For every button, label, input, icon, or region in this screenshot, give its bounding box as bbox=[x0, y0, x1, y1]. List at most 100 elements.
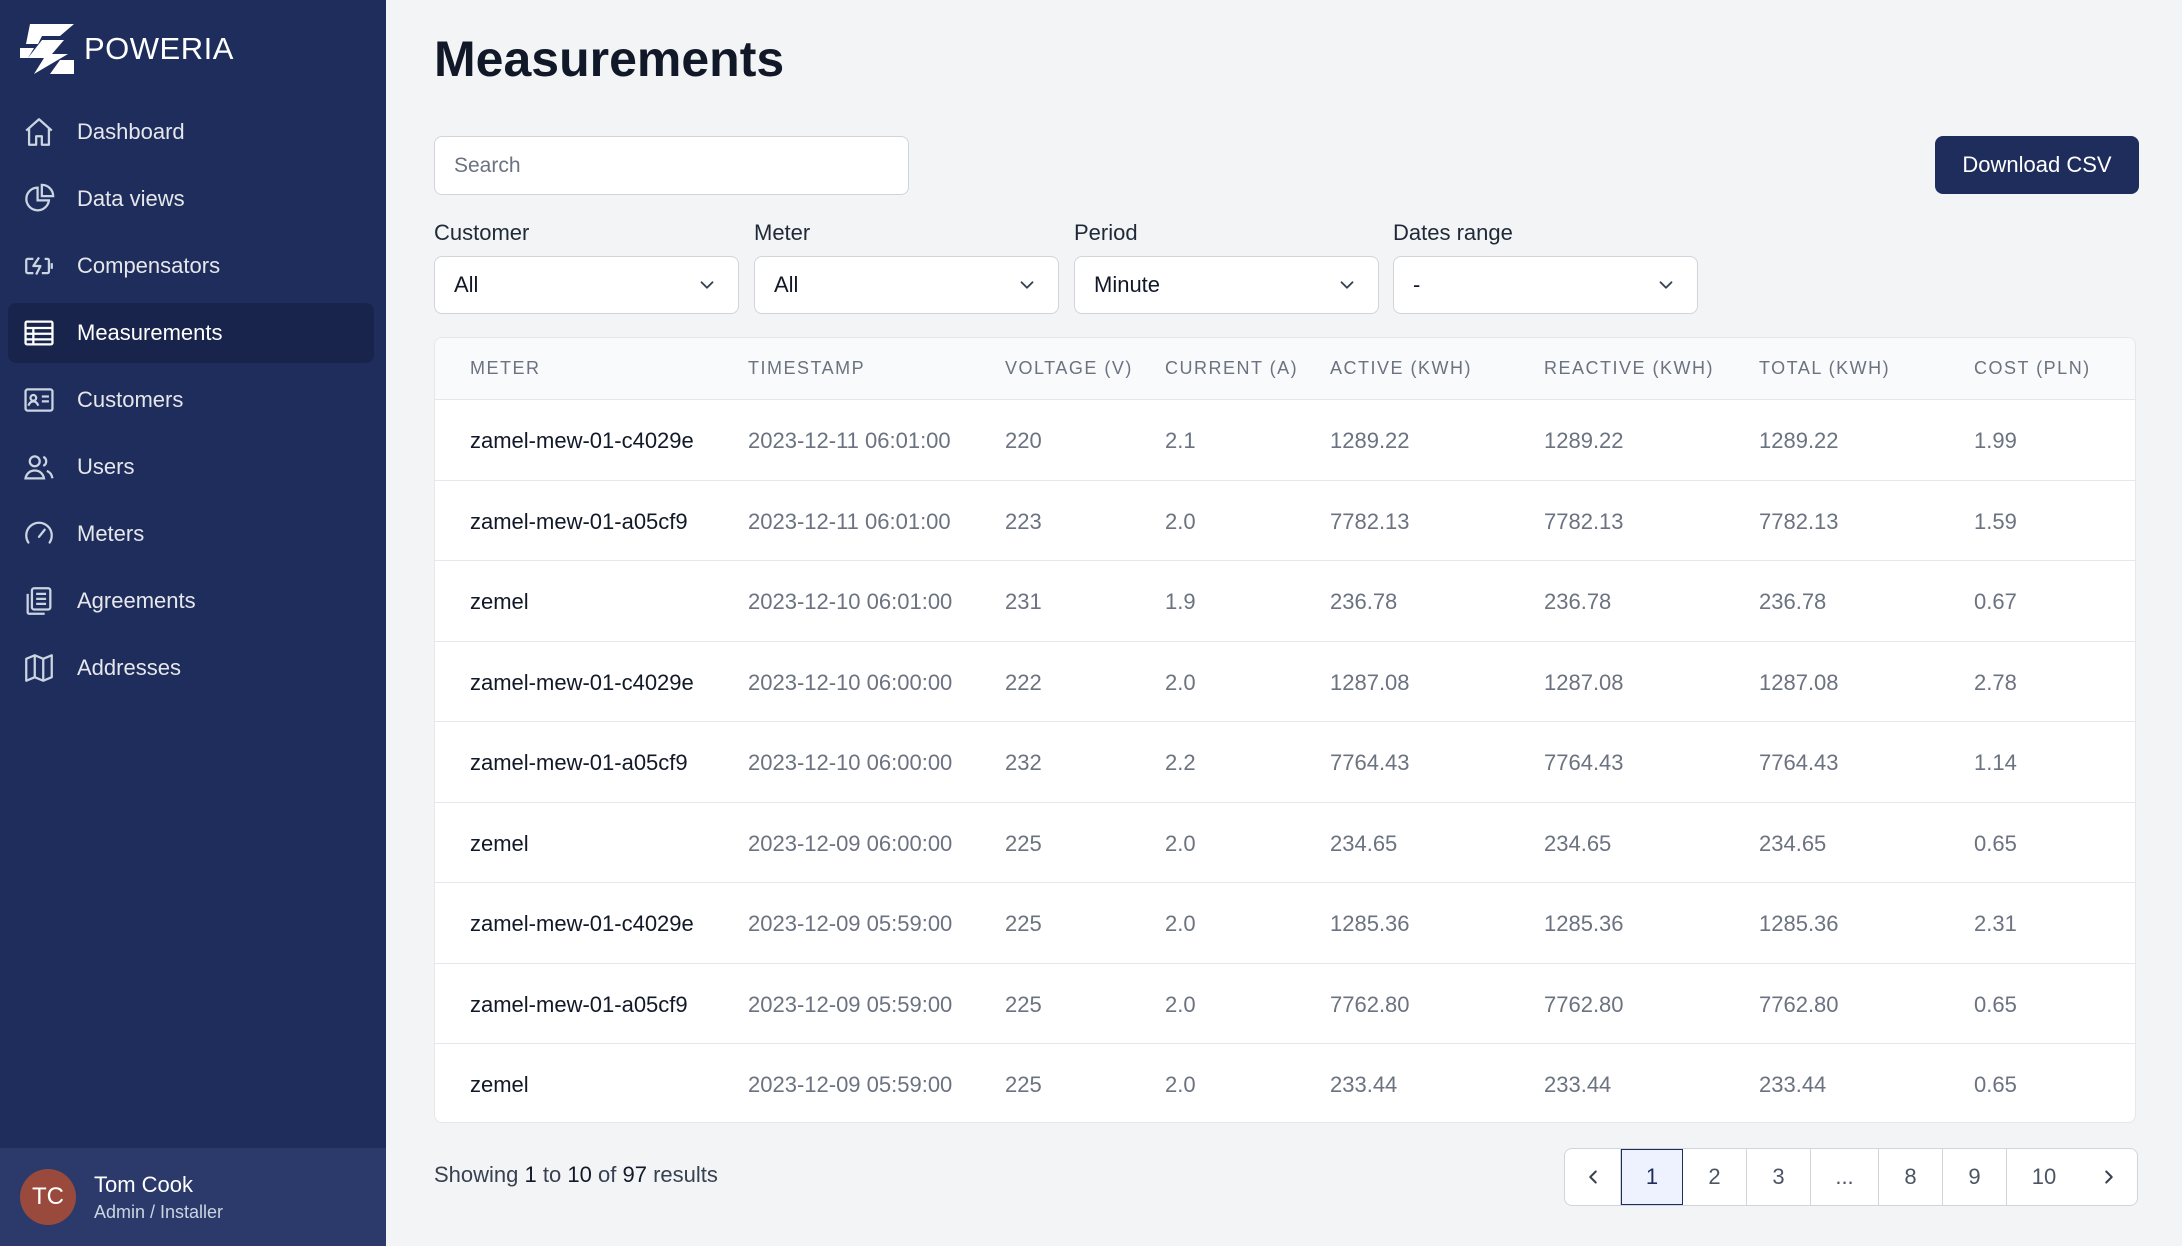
cell-current: 1.9 bbox=[1165, 589, 1196, 614]
user-info: Tom Cook Admin / Installer bbox=[94, 1172, 223, 1223]
page-button-10[interactable]: 10 bbox=[2007, 1149, 2081, 1205]
select-value: All bbox=[774, 272, 799, 297]
cell-meter: zamel-mew-01-c4029e bbox=[470, 911, 694, 936]
sidebar-item-label: Users bbox=[77, 454, 135, 479]
table-row[interactable]: zamel-mew-01-a05cf9 2023-12-10 06:00:00 23… bbox=[435, 722, 2135, 803]
clipboard-icon bbox=[26, 587, 52, 615]
cell-current: 2.2 bbox=[1165, 750, 1196, 775]
select-value: Minute bbox=[1094, 272, 1161, 297]
select-value: All bbox=[454, 272, 479, 297]
column-header-cost[interactable]: Cost (PLN) bbox=[1974, 358, 2091, 379]
cell-meter: zamel-mew-01-a05cf9 bbox=[470, 991, 688, 1017]
next-page-button[interactable] bbox=[2081, 1149, 2137, 1205]
previous-page-button[interactable] bbox=[1565, 1149, 1621, 1205]
cell-reactive: 7782.13 bbox=[1544, 508, 1624, 534]
sidebar-item-meters[interactable]: Meters bbox=[8, 504, 374, 564]
period-select[interactable]: Minute bbox=[1074, 256, 1379, 314]
page-title: Measurements bbox=[434, 31, 785, 87]
sidebar-item-users[interactable]: Users bbox=[8, 437, 374, 497]
cell-voltage: 223 bbox=[1005, 508, 1042, 534]
cell-cost: 0.67 bbox=[1974, 589, 2017, 614]
sidebar-item-agreements[interactable]: Agreements bbox=[8, 571, 374, 631]
page-button-8[interactable]: 8 bbox=[1879, 1149, 1943, 1205]
sidebar-item-measurements[interactable]: Measurements bbox=[8, 303, 374, 363]
table-row[interactable]: zemel 2023-12-10 06:01:00 231 1.9 236.78 236.… bbox=[435, 561, 2135, 642]
sidebar-item-compensators[interactable]: Compensators bbox=[8, 236, 374, 296]
table-row[interactable]: zemel 2023-12-09 06:00:00 225 2.0 234.65 234.… bbox=[435, 803, 2135, 883]
cell-current: 2.0 bbox=[1165, 669, 1196, 695]
page-button-1[interactable]: 1 bbox=[1621, 1149, 1683, 1205]
filter-label: Period bbox=[1074, 220, 1138, 245]
sidebar-item-data-views[interactable]: Data views bbox=[8, 169, 374, 229]
brand-name: POWERIA bbox=[84, 31, 234, 66]
measurements-table: Meter Timestamp Voltage (V) Current (A) … bbox=[434, 337, 2136, 1123]
sidebar-item-dashboard[interactable]: Dashboard bbox=[8, 102, 374, 162]
column-header-voltage[interactable]: Voltage (V) bbox=[1005, 358, 1133, 379]
cell-total: 7782.13 bbox=[1759, 508, 1839, 534]
sidebar-item-label: Data views bbox=[77, 186, 185, 211]
meter-select[interactable]: All bbox=[754, 256, 1059, 314]
filter-label: Dates range bbox=[1393, 220, 1513, 245]
results-of-word: of bbox=[597, 1162, 617, 1187]
cell-timestamp: 2023-12-09 05:59:00 bbox=[748, 911, 953, 936]
table-row[interactable]: zamel-mew-01-c4029e 2023-12-11 06:01:00 22… bbox=[435, 400, 2135, 481]
cell-active: 1287.08 bbox=[1330, 669, 1410, 695]
cell-meter: zamel-mew-01-a05cf9 bbox=[470, 508, 688, 534]
column-header-reactive[interactable]: Reactive (kWh) bbox=[1544, 358, 1714, 379]
sidebar-nav: Dashboard Data views Compensators Measur… bbox=[8, 102, 374, 705]
cell-timestamp: 2023-12-09 05:59:00 bbox=[748, 991, 953, 1017]
table-row[interactable]: zamel-mew-01-c4029e 2023-12-10 06:00:00 22… bbox=[435, 642, 2135, 722]
column-header-active[interactable]: Active (kWh) bbox=[1330, 358, 1472, 379]
sidebar-item-label: Agreements bbox=[77, 588, 196, 613]
cell-reactive: 1285.36 bbox=[1544, 911, 1624, 936]
column-header-total[interactable]: Total (kWh) bbox=[1759, 358, 1890, 379]
cell-voltage: 225 bbox=[1005, 911, 1042, 936]
sidebar-item-customers[interactable]: Customers bbox=[8, 370, 374, 430]
cell-timestamp: 2023-12-09 06:00:00 bbox=[748, 830, 953, 856]
user-profile[interactable]: TC Tom Cook Admin / Installer bbox=[0, 1148, 386, 1246]
table-row[interactable]: zemel 2023-12-09 05:59:00 225 2.0 233.44 233.… bbox=[435, 1044, 2135, 1122]
period-filter: Period Minute bbox=[1074, 220, 1379, 314]
column-header-current[interactable]: Current (A) bbox=[1165, 358, 1298, 379]
battery-icon bbox=[25, 256, 53, 276]
customer-select[interactable]: All bbox=[434, 256, 739, 314]
page-button-9[interactable]: 9 bbox=[1943, 1149, 2007, 1205]
cell-reactive: 1289.22 bbox=[1544, 428, 1624, 453]
sidebar-item-label: Dashboard bbox=[77, 119, 185, 144]
cell-voltage: 220 bbox=[1005, 428, 1042, 453]
results-to: 10 bbox=[567, 1162, 592, 1187]
cell-timestamp: 2023-12-11 06:01:00 bbox=[748, 508, 951, 534]
page-button-3[interactable]: 3 bbox=[1747, 1149, 1811, 1205]
main-content: Measurements Download CSV Customer All M… bbox=[386, 0, 2182, 1246]
gauge-icon bbox=[25, 521, 53, 544]
cell-active: 7762.80 bbox=[1330, 991, 1410, 1017]
cell-cost: 1.59 bbox=[1974, 508, 2017, 534]
search-input[interactable] bbox=[434, 136, 909, 195]
download-csv-button[interactable]: Download CSV bbox=[1935, 136, 2139, 194]
pie-chart-icon bbox=[25, 183, 55, 212]
cell-current: 2.0 bbox=[1165, 830, 1196, 856]
cell-current: 2.0 bbox=[1165, 508, 1196, 534]
sidebar-item-addresses[interactable]: Addresses bbox=[8, 638, 374, 698]
cell-current: 2.0 bbox=[1165, 1072, 1196, 1097]
home-icon bbox=[25, 118, 53, 146]
cell-cost: 0.65 bbox=[1974, 830, 2017, 856]
cell-total: 233.44 bbox=[1759, 1072, 1827, 1097]
cell-voltage: 225 bbox=[1005, 991, 1042, 1017]
table-row[interactable]: zamel-mew-01-a05cf9 2023-12-09 05:59:00 22… bbox=[435, 964, 2135, 1044]
column-header-timestamp[interactable]: Timestamp bbox=[748, 358, 865, 379]
dates-range-select[interactable]: - bbox=[1393, 256, 1698, 314]
page-button-2[interactable]: 2 bbox=[1683, 1149, 1747, 1205]
id-card-icon bbox=[24, 388, 54, 412]
user-role: Admin / Installer bbox=[94, 1201, 224, 1222]
table-row[interactable]: zamel-mew-01-c4029e 2023-12-09 05:59:00 22… bbox=[435, 883, 2135, 964]
brand-logo[interactable]: POWERIA bbox=[20, 24, 234, 74]
table-body: zamel-mew-01-c4029e 2023-12-11 06:01:00 22… bbox=[435, 400, 2135, 1122]
chevron-down-icon bbox=[1020, 281, 1034, 289]
column-header-meter[interactable]: Meter bbox=[470, 358, 541, 379]
cell-active: 7764.43 bbox=[1330, 750, 1410, 775]
table-row[interactable]: zamel-mew-01-a05cf9 2023-12-11 06:01:00 22… bbox=[435, 481, 2135, 561]
cell-total: 1287.08 bbox=[1759, 669, 1839, 695]
cell-cost: 0.65 bbox=[1974, 991, 2017, 1017]
cell-voltage: 231 bbox=[1005, 589, 1042, 614]
